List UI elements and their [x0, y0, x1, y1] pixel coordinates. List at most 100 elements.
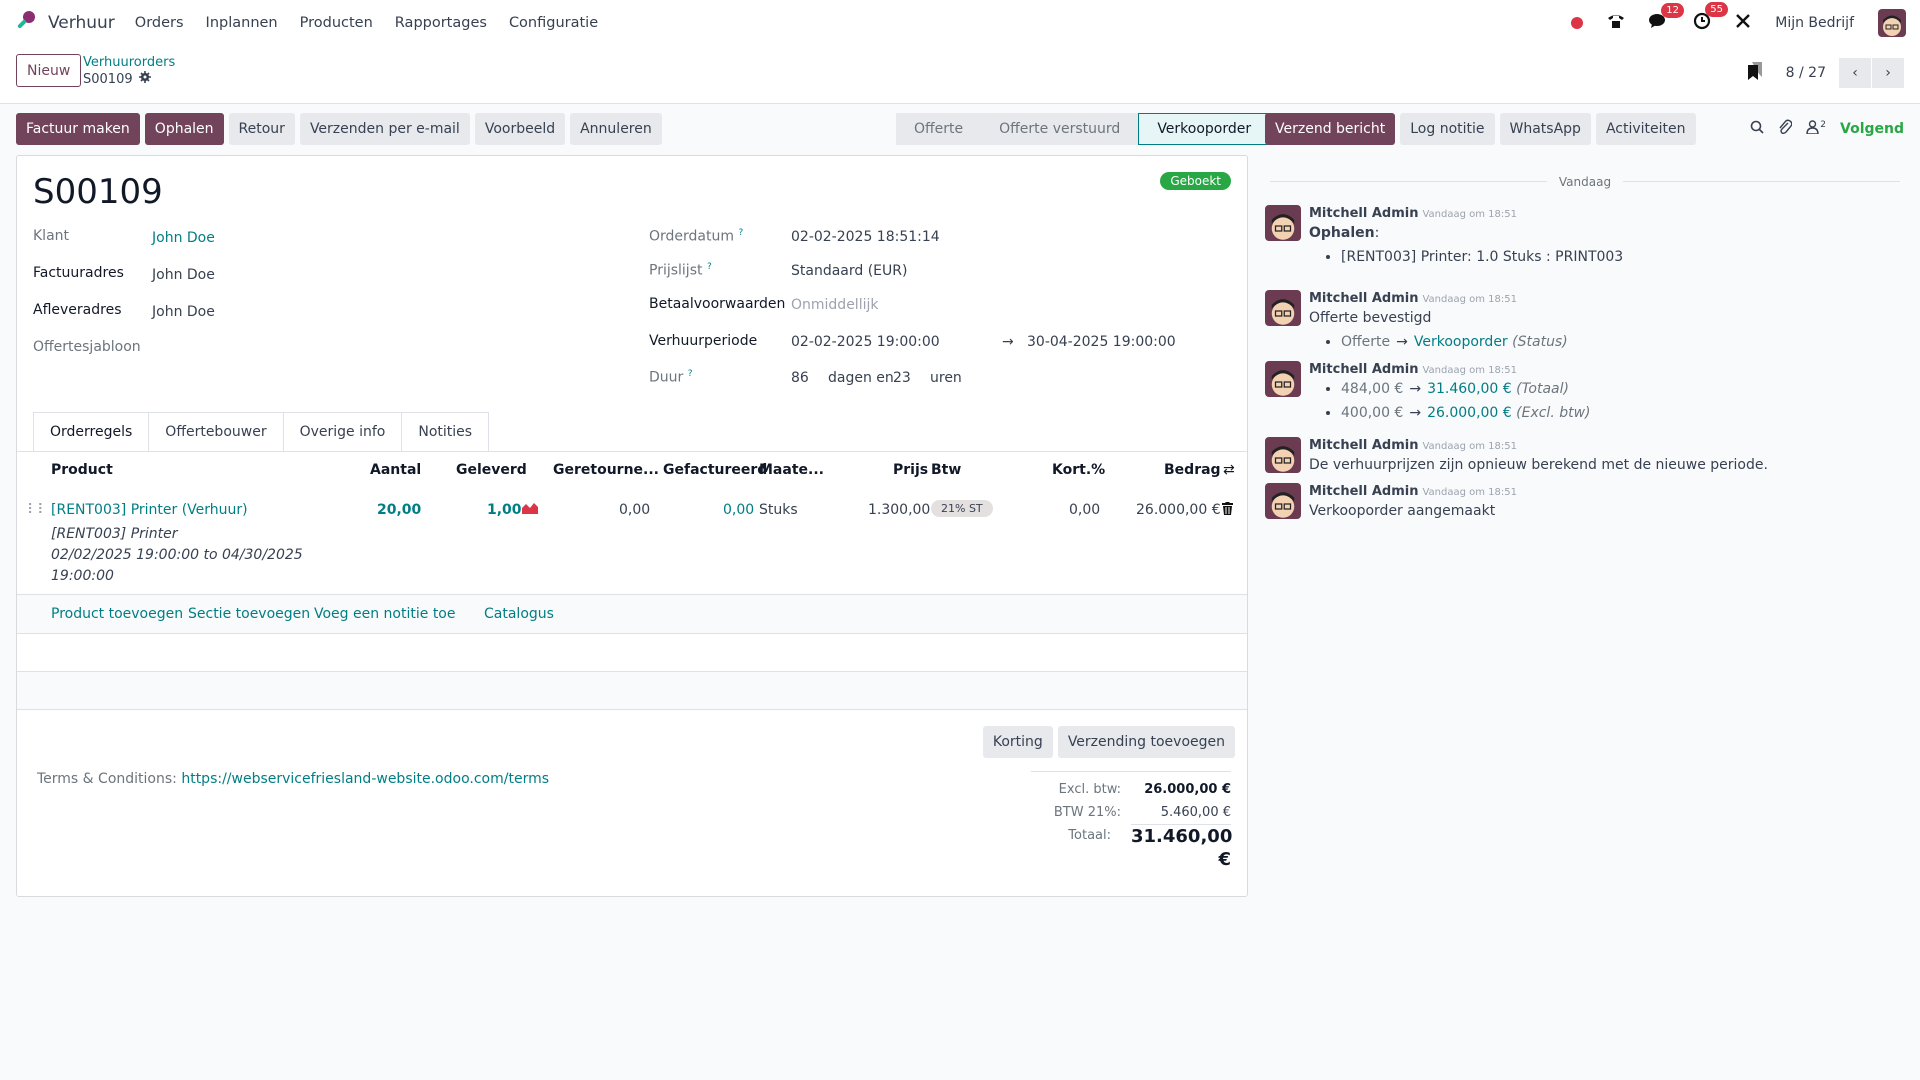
pager-next-button[interactable]: › [1872, 58, 1904, 88]
line-uom[interactable]: Stuks [759, 502, 798, 518]
return-button[interactable]: Retour [228, 113, 295, 145]
pricelist-field[interactable]: Standaard (EUR) [791, 263, 907, 279]
drag-handle-icon[interactable]: ⠇⠇ [27, 502, 48, 518]
author-avatar[interactable] [1265, 205, 1301, 241]
tools-icon[interactable] [1735, 13, 1751, 33]
author-avatar[interactable] [1265, 483, 1301, 519]
add-section-link[interactable]: Sectie toevoegen [188, 606, 310, 622]
pager-value[interactable]: 8 / 27 [1786, 65, 1826, 81]
message-author[interactable]: Mitchell Admin [1309, 362, 1418, 377]
order-date-label: Orderdatum ? [649, 228, 744, 245]
duration-days-field[interactable]: 86 [791, 370, 809, 386]
menu-configuratie[interactable]: Configuratie [509, 15, 598, 31]
breadcrumb-parent[interactable]: Verhuurorders [83, 55, 175, 70]
col-korting[interactable]: Kort.% [1052, 462, 1105, 478]
menu-orders[interactable]: Orders [135, 15, 184, 31]
delivery-address-field[interactable]: John Doe [152, 304, 215, 320]
col-maateenheid[interactable]: Maate... [759, 462, 824, 478]
line-discount[interactable]: 0,00 [1069, 502, 1100, 518]
order-date-field[interactable]: 02-02-2025 18:51:14 [791, 229, 940, 245]
activities-button[interactable]: 55 [1693, 2, 1728, 34]
messages-button[interactable]: 12 [1649, 3, 1684, 33]
customer-field[interactable]: John Doe [152, 230, 215, 246]
follow-button[interactable]: Volgend [1840, 121, 1904, 137]
new-button[interactable]: Nieuw [16, 54, 82, 87]
add-note-link[interactable]: Voeg een notitie toe [314, 606, 455, 622]
order-title: S00109 [33, 172, 163, 212]
cancel-button[interactable]: Annuleren [570, 113, 662, 145]
quotation-template-field[interactable] [152, 339, 452, 357]
status-offerte-verstuurd[interactable]: Offerte verstuurd [981, 113, 1139, 145]
gear-icon[interactable] [138, 71, 151, 88]
tab-offertebouwer[interactable]: Offertebouwer [149, 412, 284, 452]
col-btw[interactable]: Btw [931, 462, 961, 478]
search-icon[interactable] [1750, 120, 1764, 138]
send-email-button[interactable]: Verzenden per e-mail [299, 113, 470, 145]
menu-rapportages[interactable]: Rapportages [395, 15, 487, 31]
tab-overige-info[interactable]: Overige info [283, 412, 403, 452]
col-product[interactable]: Product [51, 462, 113, 478]
create-invoice-button[interactable]: Factuur maken [16, 113, 140, 145]
col-geretourneerd[interactable]: Geretourne... [553, 462, 659, 478]
line-description[interactable]: [RENT003] Printer 02/02/2025 19:00:00 to… [51, 524, 311, 587]
rental-end-field[interactable]: 30-04-2025 19:00:00 [1027, 334, 1176, 350]
preview-button[interactable]: Voorbeeld [474, 113, 566, 145]
description-line: 02/02/2025 19:00:00 to 04/30/2025 [51, 547, 303, 563]
form-tabs: Orderregels Offertebouwer Overige info N… [33, 412, 490, 452]
message-author[interactable]: Mitchell Admin [1309, 438, 1418, 453]
line-quantity[interactable]: 20,00 [377, 502, 421, 518]
payment-terms-field[interactable]: Onmiddellijk [791, 297, 878, 313]
tax-badge[interactable]: 21% ST [931, 500, 993, 517]
user-avatar[interactable] [1878, 9, 1906, 37]
catalog-link[interactable]: Catalogus [484, 606, 554, 622]
invoice-address-field[interactable]: John Doe [152, 267, 215, 283]
col-prijs[interactable]: Prijs [893, 462, 928, 478]
col-gefactureerd[interactable]: Gefactureerd [663, 462, 767, 478]
invoice-address-label: Factuuradres [33, 265, 124, 281]
forecast-chart-icon[interactable] [522, 502, 538, 518]
send-message-button[interactable]: Verzend bericht [1265, 113, 1396, 145]
col-bedrag[interactable]: Bedrag [1164, 462, 1221, 478]
terms-link[interactable]: https://webservicefriesland-website.odoo… [181, 771, 549, 787]
phone-icon[interactable] [1607, 13, 1625, 33]
company-switcher[interactable]: Mijn Bedrijf [1775, 15, 1854, 31]
author-avatar[interactable] [1265, 437, 1301, 473]
recording-dot-icon[interactable] [1571, 17, 1584, 29]
menu-inplannen[interactable]: Inplannen [206, 15, 278, 31]
duration-days-label: dagen en [828, 370, 894, 386]
tab-orderregels[interactable]: Orderregels [33, 412, 150, 452]
add-product-link[interactable]: Product toevoegen [51, 606, 183, 622]
status-offerte[interactable]: Offerte [896, 113, 982, 145]
pickup-button[interactable]: Ophalen [144, 113, 224, 145]
message-author[interactable]: Mitchell Admin [1309, 291, 1418, 306]
rental-start-field[interactable]: 02-02-2025 19:00:00 [791, 334, 940, 350]
paperclip-icon[interactable] [1778, 119, 1793, 139]
line-product[interactable]: [RENT003] Printer (Verhuur) [51, 502, 248, 518]
optional-columns-icon[interactable]: ⇄ [1223, 462, 1235, 478]
tab-notities[interactable]: Notities [402, 412, 490, 452]
discount-button[interactable]: Korting [982, 726, 1053, 758]
message-author[interactable]: Mitchell Admin [1309, 206, 1418, 221]
activities-button[interactable]: Activiteiten [1595, 113, 1696, 145]
followers-button[interactable]: 2 [1806, 120, 1826, 138]
whatsapp-button[interactable]: WhatsApp [1499, 113, 1591, 145]
message-author[interactable]: Mitchell Admin [1309, 484, 1418, 499]
add-shipping-button[interactable]: Verzending toevoegen [1057, 726, 1235, 758]
status-verkooporder[interactable]: Verkooporder [1138, 113, 1271, 145]
author-avatar[interactable] [1265, 290, 1301, 326]
line-delivered[interactable]: 1,00 [487, 502, 522, 518]
line-returned[interactable]: 0,00 [619, 502, 650, 518]
log-note-button[interactable]: Log notitie [1400, 113, 1495, 145]
pager-previous-button[interactable]: ‹ [1839, 58, 1871, 88]
menu-producten[interactable]: Producten [300, 15, 373, 31]
line-price[interactable]: 1.300,00 [868, 502, 930, 518]
app-brand[interactable]: Verhuur [14, 9, 115, 37]
col-geleverd[interactable]: Geleverd [456, 462, 527, 478]
tracking-value: 484,00 €→31.460,00 € (Totaal) [1341, 377, 1591, 401]
duration-hours-field[interactable]: 23 [893, 370, 911, 386]
trash-icon[interactable] [1222, 502, 1233, 519]
bookmark-icon[interactable] [1747, 62, 1762, 84]
empty-row [17, 672, 1247, 710]
col-aantal[interactable]: Aantal [370, 462, 421, 478]
author-avatar[interactable] [1265, 361, 1301, 397]
